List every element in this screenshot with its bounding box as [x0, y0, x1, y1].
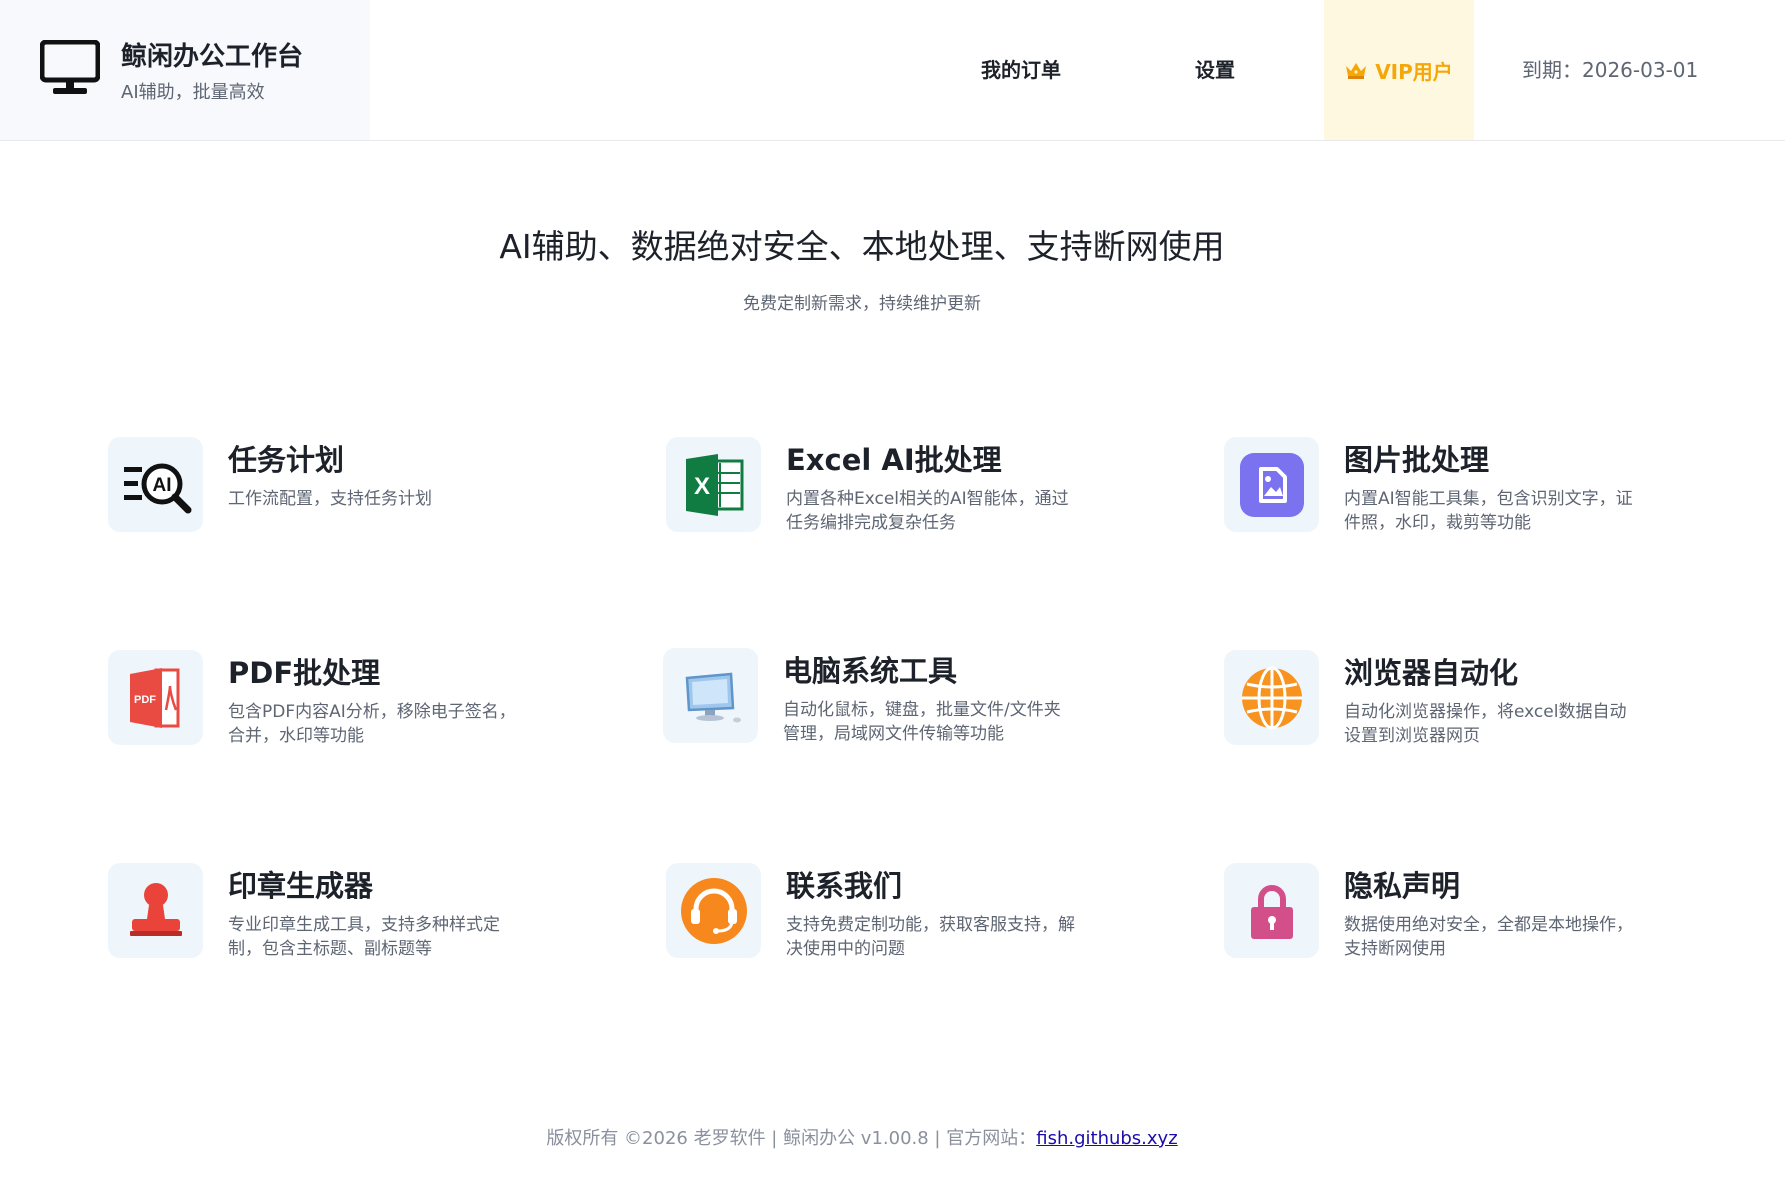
- feature-title: 联系我们: [786, 869, 903, 903]
- footer: 版权所有 ©2026 老罗软件 | 鲸闲办公 v1.00.8 | 官方网站：fi…: [0, 1124, 1724, 1150]
- brand-title: 鲸闲办公工作台: [121, 42, 304, 72]
- hero-subtitle: 免费定制新需求，持续维护更新: [743, 294, 981, 314]
- feature-desc: 数据使用绝对安全，全都是本地操作，支持断网使用: [1344, 915, 1633, 959]
- feature-title: Excel AI批处理: [786, 443, 1002, 477]
- feature-title: 电脑系统工具: [783, 654, 958, 688]
- monitor-icon: [663, 648, 758, 743]
- monitor-logo-icon: [40, 40, 100, 94]
- expiry-date: 到期：2026-03-01: [1522, 58, 1699, 82]
- feature-title: 印章生成器: [228, 869, 374, 903]
- feature-desc: 内置各种Excel相关的AI智能体，通过任务编排完成复杂任务: [786, 489, 1069, 533]
- feature-desc: 专业印章生成工具，支持多种样式定制，包含主标题、副标题等: [228, 915, 500, 959]
- brand-subtitle: AI辅助，批量高效: [121, 82, 265, 103]
- pdf-icon: PDF: [108, 650, 203, 745]
- official-site-link[interactable]: fish.githubs.xyz: [1036, 1128, 1177, 1149]
- feature-title: 任务计划: [228, 443, 345, 477]
- feature-card-pdf-batch[interactable]: PDF PDF批处理 包含PDF内容AI分析，移除电子签名，合并，水印等功能: [108, 650, 628, 760]
- headset-icon: [666, 863, 761, 958]
- svg-text:AI: AI: [152, 475, 171, 496]
- feature-title: 浏览器自动化: [1344, 656, 1519, 690]
- feature-desc: 支持免费定制功能，获取客服支持，解决使用中的问题: [786, 915, 1075, 959]
- feature-title: PDF批处理: [228, 656, 381, 690]
- feature-desc: 自动化浏览器操作，将excel数据自动设置到浏览器网页: [1344, 702, 1627, 746]
- feature-card-task-plan[interactable]: AI 任务计划 工作流配置，支持任务计划: [108, 437, 628, 547]
- crown-icon: [1346, 63, 1367, 79]
- feature-desc: 自动化鼠标，键盘，批量文件/文件夹管理，局域网文件传输等功能: [783, 700, 1061, 744]
- stamp-icon: [108, 863, 203, 958]
- vip-label: VIP用户: [1375, 59, 1453, 84]
- ai-search-icon: AI: [108, 437, 203, 532]
- svg-text:PDF: PDF: [134, 694, 156, 706]
- feature-card-excel-ai[interactable]: X Excel AI批处理 内置各种Excel相关的AI智能体，通过任务编排完成…: [666, 437, 1186, 547]
- feature-desc: 包含PDF内容AI分析，移除电子签名，合并，水印等功能: [228, 702, 516, 746]
- top-header: 鲸闲办公工作台 AI辅助，批量高效 我的订单 设置 VIP用户 到期：2026-…: [0, 0, 1785, 141]
- feature-card-image-batch[interactable]: 图片批处理 内置AI智能工具集，包含识别文字，证件照，水印，裁剪等功能: [1224, 437, 1744, 547]
- nav-settings[interactable]: 设置: [1195, 0, 1235, 140]
- svg-text:X: X: [693, 473, 709, 500]
- excel-icon: X: [666, 437, 761, 532]
- brand-block: 鲸闲办公工作台 AI辅助，批量高效: [0, 0, 370, 140]
- feature-card-privacy[interactable]: 隐私声明 数据使用绝对安全，全都是本地操作，支持断网使用: [1224, 863, 1744, 973]
- feature-card-contact-us[interactable]: 联系我们 支持免费定制功能，获取客服支持，解决使用中的问题: [666, 863, 1186, 973]
- globe-icon: [1224, 650, 1319, 745]
- feature-desc: 工作流配置，支持任务计划: [228, 489, 432, 509]
- lock-icon: [1224, 863, 1319, 958]
- feature-card-browser-automation[interactable]: 浏览器自动化 自动化浏览器操作，将excel数据自动设置到浏览器网页: [1224, 650, 1744, 760]
- footer-copyright: 版权所有 ©2026 老罗软件 | 鲸闲办公 v1.00.8 | 官方网站：: [546, 1128, 1037, 1149]
- feature-card-system-tools[interactable]: 电脑系统工具 自动化鼠标，键盘，批量文件/文件夹管理，局域网文件传输等功能: [663, 648, 1183, 758]
- hero-title: AI辅助、数据绝对安全、本地处理、支持断网使用: [499, 227, 1225, 266]
- nav-my-orders[interactable]: 我的订单: [981, 0, 1061, 140]
- feature-card-stamp-generator[interactable]: 印章生成器 专业印章生成工具，支持多种样式定制，包含主标题、副标题等: [108, 863, 628, 973]
- feature-title: 图片批处理: [1344, 443, 1490, 477]
- vip-badge[interactable]: VIP用户: [1324, 0, 1474, 140]
- image-icon: [1224, 437, 1319, 532]
- feature-desc: 内置AI智能工具集，包含识别文字，证件照，水印，裁剪等功能: [1344, 489, 1633, 533]
- feature-title: 隐私声明: [1344, 869, 1461, 903]
